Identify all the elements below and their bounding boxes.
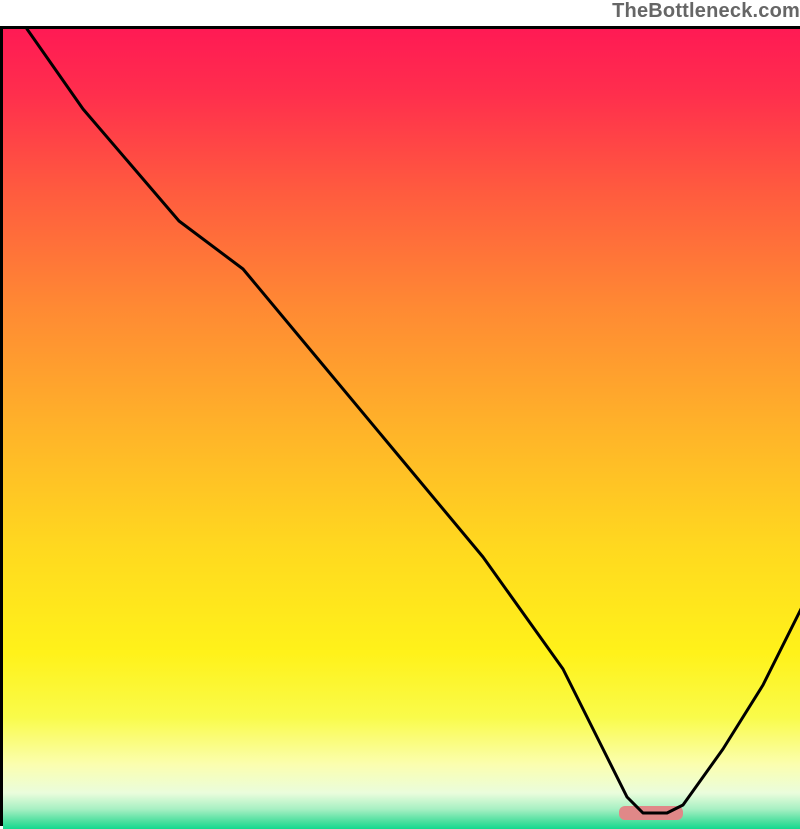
bottleneck-chart-svg xyxy=(3,29,800,829)
chart-plot-area xyxy=(0,26,800,826)
gradient-background xyxy=(3,29,800,829)
chart-container: TheBottleneck.com xyxy=(0,26,800,826)
watermark-text: TheBottleneck.com xyxy=(612,0,800,23)
